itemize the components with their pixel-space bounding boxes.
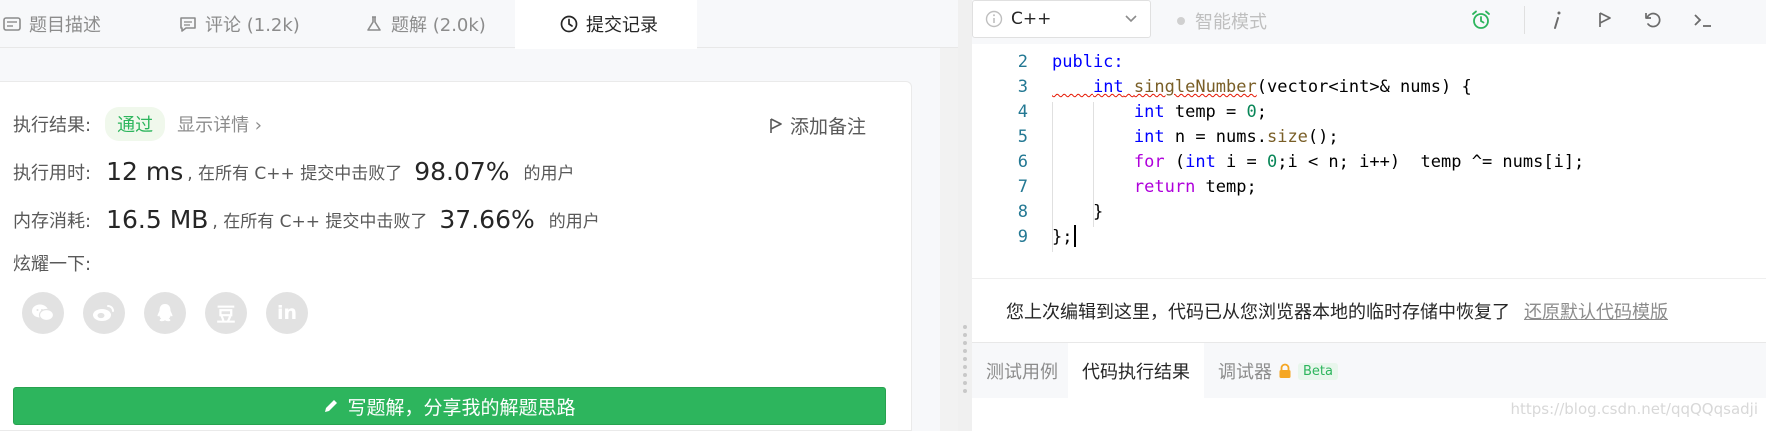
tab-label: 代码执行结果 — [1082, 362, 1190, 383]
line-number: 7 — [1017, 177, 1028, 197]
line-number: 5 — [1017, 127, 1028, 147]
code-line: for (int i = 0;i < n; i++) temp ^= nums[… — [1133, 152, 1585, 172]
memory-suffix: 的用户 — [548, 212, 600, 232]
flag-icon — [770, 117, 782, 133]
code-line: } — [1092, 202, 1104, 222]
linkedin-glyph: in — [276, 302, 298, 324]
memory-row: 内存消耗: 16.5 MB , 在所有 C++ 提交中击败了 37.66% 的用… — [13, 205, 600, 234]
douban-glyph: 豆 — [216, 303, 236, 326]
restore-notice: 您上次编辑到这里，代码已从您浏览器本地的临时存储中恢复了 还原默认代码模版 — [972, 278, 1766, 342]
runtime-label: 执行用时: — [13, 162, 92, 184]
runtime-row: 执行用时: 12 ms , 在所有 C++ 提交中击败了 98.07% 的用户 — [13, 157, 575, 186]
runtime-text: , 在所有 C++ 提交中击败了 — [187, 164, 403, 184]
tab-comments[interactable]: 评论 (1.2k) — [178, 0, 316, 48]
line-number: 2 — [1017, 52, 1028, 72]
weibo-icon[interactable] — [83, 292, 125, 334]
restore-message: 您上次编辑到这里，代码已从您浏览器本地的临时存储中恢复了 — [1006, 301, 1510, 323]
reset-icon[interactable] — [1642, 9, 1664, 31]
code-panel: C++ 智能模式 2 3 4 5 6 7 8 9 public: int sin… — [972, 0, 1766, 431]
code-line: int n = nums.size(); — [1133, 127, 1339, 147]
tab-debugger[interactable]: 调试器 Beta — [1204, 343, 1364, 399]
left-scrollbar[interactable] — [940, 48, 958, 431]
editor-toolbar: C++ 智能模式 — [972, 0, 1766, 44]
console-icon[interactable] — [1692, 9, 1714, 31]
add-note-button[interactable]: 添加备注 — [768, 112, 866, 139]
tab-label: 评论 (1.2k) — [205, 15, 300, 36]
code-line: int singleNumber(vector<int>& nums) { — [1092, 77, 1472, 97]
description-icon — [3, 17, 21, 31]
pencil-icon — [325, 400, 338, 412]
tab-solutions[interactable]: 题解 (2.0k) — [364, 0, 492, 48]
show-details-link[interactable]: 显示详情 › — [177, 111, 262, 137]
memory-label: 内存消耗: — [13, 210, 92, 232]
code-line: int temp = 0; — [1133, 102, 1267, 122]
write-solution-button[interactable]: 写题解，分享我的解题思路 — [13, 387, 886, 425]
share-row: 炫耀一下: — [13, 250, 91, 276]
tab-label: 测试用例 — [986, 362, 1058, 383]
line-number: 6 — [1017, 152, 1028, 172]
result-label: 执行结果: — [13, 115, 92, 136]
chevron-down-icon — [1125, 15, 1137, 23]
qq-icon[interactable] — [144, 292, 186, 334]
comment-icon — [180, 17, 196, 32]
restore-default-link[interactable]: 还原默认代码模版 — [1524, 298, 1668, 324]
memory-text: , 在所有 C++ 提交中击败了 — [212, 212, 428, 232]
flask-icon — [367, 16, 381, 31]
watermark: https://blog.csdn.net/qqQQqsadji — [1510, 400, 1759, 418]
tab-testcase[interactable]: 测试用例 — [972, 343, 1068, 399]
tab-submissions[interactable]: 提交记录 — [515, 0, 697, 49]
run-flag-icon[interactable] — [1594, 9, 1616, 31]
tab-label: 题目描述 — [29, 15, 101, 36]
info-italic-icon[interactable] — [1546, 9, 1568, 31]
douban-icon[interactable]: 豆 — [205, 292, 247, 334]
alarm-clock-icon[interactable] — [1470, 9, 1492, 31]
tab-run-result[interactable]: 代码执行结果 — [1068, 343, 1204, 399]
code-line: }; — [1052, 227, 1073, 247]
line-number: 4 — [1017, 102, 1028, 122]
smart-mode-label: 智能模式 — [1195, 12, 1267, 33]
smart-mode-dot — [1177, 17, 1185, 25]
problem-tabs: 题目描述 评论 (1.2k) 题解 (2.0k) 提交记录 — [0, 0, 958, 49]
wechat-icon[interactable] — [22, 292, 64, 334]
lock-icon — [1279, 363, 1291, 378]
code-line: public: — [1052, 52, 1124, 72]
share-label: 炫耀一下: — [13, 254, 92, 275]
beta-badge: Beta — [1298, 362, 1338, 380]
write-solution-label: 写题解，分享我的解题思路 — [347, 396, 576, 419]
language-value: C++ — [1011, 9, 1052, 29]
line-number: 3 — [1017, 77, 1028, 97]
linkedin-icon[interactable]: in — [266, 292, 308, 334]
language-select[interactable]: C++ — [972, 0, 1151, 38]
clock-icon — [560, 15, 578, 33]
memory-percent: 37.66% — [439, 205, 535, 234]
runtime-suffix: 的用户 — [523, 164, 575, 184]
smart-mode-toggle[interactable]: 智能模式 — [1177, 8, 1267, 34]
code-editor[interactable]: 2 3 4 5 6 7 8 9 public: int singleNumber… — [972, 44, 1766, 278]
submission-panel: 题目描述 评论 (1.2k) 题解 (2.0k) 提交记录 执行结果: 通过 显… — [0, 0, 958, 431]
info-icon — [985, 10, 1003, 28]
panel-resize-handle[interactable] — [958, 0, 972, 431]
console-tabs: 测试用例 代码执行结果 调试器 Beta — [972, 342, 1766, 399]
runtime-value: 12 ms — [106, 157, 184, 186]
status-badge: 通过 — [105, 107, 166, 141]
result-row: 执行结果: 通过 显示详情 › — [13, 107, 262, 141]
tab-description[interactable]: 题目描述 — [0, 0, 128, 48]
memory-value: 16.5 MB — [106, 205, 209, 234]
line-number: 8 — [1017, 202, 1028, 222]
runtime-percent: 98.07% — [414, 157, 510, 186]
text-cursor — [1074, 225, 1076, 247]
toolbar-divider — [1524, 6, 1525, 34]
tab-label: 提交记录 — [586, 15, 658, 36]
tab-label: 调试器 — [1218, 362, 1272, 383]
tab-label: 题解 (2.0k) — [391, 15, 486, 36]
code-line: return temp; — [1133, 177, 1257, 197]
line-number: 9 — [1017, 227, 1028, 247]
add-note-label: 添加备注 — [790, 116, 867, 138]
